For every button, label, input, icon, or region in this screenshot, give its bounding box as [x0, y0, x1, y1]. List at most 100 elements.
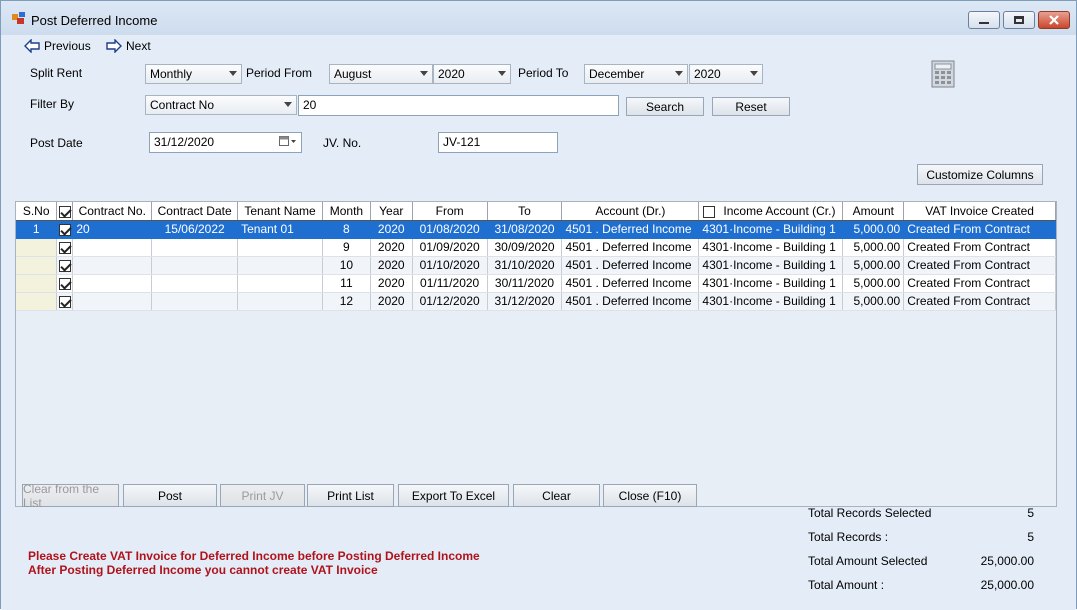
- minimize-icon: [979, 22, 989, 24]
- calendar-dropdown-icon[interactable]: [279, 136, 297, 148]
- post-deferred-income-window: Post Deferred Income Previous Next Split…: [0, 0, 1077, 610]
- col-header-amount[interactable]: Amount: [842, 202, 905, 221]
- table-row[interactable]: 10 2020 01/10/2020 31/10/2020 4501 . Deferre…: [16, 256, 1056, 275]
- cell-select[interactable]: [56, 238, 74, 257]
- close-button[interactable]: Close (F10): [603, 484, 697, 507]
- table-body: 1 20 15/06/2022 Tenant 01 8 2020 01/08/2020 31/…: [16, 220, 1056, 311]
- window-title: Post Deferred Income: [31, 13, 158, 28]
- export-to-excel-button[interactable]: Export To Excel: [398, 484, 509, 507]
- cell-amount: 5,000.00: [842, 292, 905, 311]
- chevron-down-icon: [284, 102, 292, 107]
- previous-link[interactable]: Previous: [24, 37, 91, 55]
- cell-income-account: 4301·Income - Building 1: [698, 238, 844, 257]
- search-button[interactable]: Search: [626, 97, 704, 116]
- close-window-button[interactable]: [1038, 11, 1070, 29]
- cell-contract-date: [151, 256, 239, 275]
- split-rent-select[interactable]: Monthly: [145, 64, 242, 84]
- filter-text-input[interactable]: 20: [298, 95, 619, 116]
- post-date-picker[interactable]: 31/12/2020: [149, 132, 302, 153]
- table-row[interactable]: 1 20 15/06/2022 Tenant 01 8 2020 01/08/2020 31/…: [16, 220, 1056, 239]
- col-header-sno[interactable]: S.No: [16, 202, 58, 221]
- cell-tenant-name: [237, 292, 323, 311]
- filter-by-value: Contract No: [150, 98, 215, 112]
- col-header-from[interactable]: From: [412, 202, 488, 221]
- row-checkbox[interactable]: [58, 241, 71, 254]
- cell-select[interactable]: [56, 256, 74, 275]
- table-header-row: S.No Contract No. Contract Date Tenant N…: [16, 202, 1056, 221]
- total-amount-value: 25,000.00: [980, 578, 1034, 592]
- select-all-checkbox[interactable]: [58, 205, 71, 218]
- chevron-down-icon: [675, 71, 683, 76]
- col-header-tenant-name[interactable]: Tenant Name: [237, 202, 323, 221]
- cell-contract-no: [72, 274, 153, 293]
- vat-warning-message: Please Create VAT Invoice for Deferred I…: [28, 549, 480, 563]
- cell-vat-invoice: Created From Contract: [903, 238, 1056, 257]
- col-header-year[interactable]: Year: [370, 202, 413, 221]
- col-header-account-dr[interactable]: Account (Dr.): [561, 202, 700, 221]
- total-records-value: 5: [1027, 530, 1034, 544]
- customize-columns-button[interactable]: Customize Columns: [917, 164, 1043, 185]
- cell-to: 30/09/2020: [487, 238, 563, 257]
- period-from-month-select[interactable]: August: [329, 64, 433, 84]
- period-to-month-select[interactable]: December: [584, 64, 688, 84]
- reset-button[interactable]: Reset: [712, 97, 790, 116]
- print-list-button[interactable]: Print List: [307, 484, 394, 507]
- cell-year: 2020: [370, 220, 413, 239]
- clear-from-list-button[interactable]: Clear from the List: [22, 482, 119, 510]
- row-checkbox[interactable]: [58, 259, 71, 272]
- main-content: Previous Next Split Rent Monthly Period …: [1, 35, 1076, 610]
- filter-by-label: Filter By: [30, 97, 75, 111]
- col-header-income-account[interactable]: Income Account (Cr.): [698, 202, 844, 221]
- row-checkbox[interactable]: [58, 277, 71, 290]
- print-jv-button[interactable]: Print JV: [220, 484, 305, 507]
- title-bar: Post Deferred Income: [1, 1, 1076, 35]
- total-amount-label: Total Amount :: [808, 578, 885, 592]
- cell-vat-invoice: Created From Contract: [903, 256, 1056, 275]
- period-to-year-select[interactable]: 2020: [689, 64, 763, 84]
- col-header-vat-invoice[interactable]: VAT Invoice Created: [903, 202, 1056, 221]
- cell-from: 01/09/2020: [412, 238, 488, 257]
- period-from-year-select[interactable]: 2020: [433, 64, 511, 84]
- table-row[interactable]: 11 2020 01/11/2020 30/11/2020 4501 . Deferre…: [16, 274, 1056, 293]
- table-row[interactable]: 9 2020 01/09/2020 30/09/2020 4501 . Deferred…: [16, 238, 1056, 257]
- col-header-to[interactable]: To: [487, 202, 563, 221]
- cell-sno: 1: [16, 220, 58, 239]
- jv-no-input[interactable]: JV-121: [438, 132, 558, 153]
- col-header-select-all[interactable]: [56, 202, 74, 221]
- cell-income-account: 4301·Income - Building 1: [698, 220, 844, 239]
- cell-contract-no: [72, 292, 153, 311]
- cell-sno: [16, 256, 58, 275]
- cell-vat-invoice: Created From Contract: [903, 220, 1056, 239]
- cell-amount: 5,000.00: [842, 220, 905, 239]
- post-button[interactable]: Post: [123, 484, 217, 507]
- cell-account-dr: 4501 . Deferred Income: [561, 292, 700, 311]
- cell-to: 30/11/2020: [487, 274, 563, 293]
- chevron-down-icon: [420, 71, 428, 76]
- next-link[interactable]: Next: [106, 37, 151, 55]
- calculator-icon[interactable]: [931, 60, 955, 88]
- row-checkbox[interactable]: [58, 223, 71, 236]
- row-checkbox[interactable]: [58, 295, 71, 308]
- arrow-left-icon: [24, 39, 40, 53]
- cell-income-account: 4301·Income - Building 1: [698, 292, 844, 311]
- minimize-button[interactable]: [968, 11, 1000, 29]
- cell-select[interactable]: [56, 274, 74, 293]
- cell-sno: [16, 274, 58, 293]
- col-header-month[interactable]: Month: [322, 202, 371, 221]
- income-account-header-label: Income Account (Cr.): [723, 203, 836, 218]
- period-to-label: Period To: [518, 66, 569, 80]
- cell-select[interactable]: [56, 220, 74, 239]
- table-row[interactable]: 12 2020 01/12/2020 31/12/2020 4501 . Deferre…: [16, 292, 1056, 311]
- period-from-month-value: August: [334, 67, 372, 81]
- cell-account-dr: 4501 . Deferred Income: [561, 238, 700, 257]
- cell-from: 01/11/2020: [412, 274, 488, 293]
- maximize-button[interactable]: [1003, 11, 1035, 29]
- cell-select[interactable]: [56, 292, 74, 311]
- deferred-income-grid: S.No Contract No. Contract Date Tenant N…: [15, 201, 1057, 507]
- cell-to: 31/10/2020: [487, 256, 563, 275]
- col-header-contract-no[interactable]: Contract No.: [72, 202, 153, 221]
- filter-by-select[interactable]: Contract No: [145, 95, 297, 115]
- clear-button[interactable]: Clear: [513, 484, 600, 507]
- income-account-header-checkbox[interactable]: [703, 205, 716, 218]
- col-header-contract-date[interactable]: Contract Date: [151, 202, 239, 221]
